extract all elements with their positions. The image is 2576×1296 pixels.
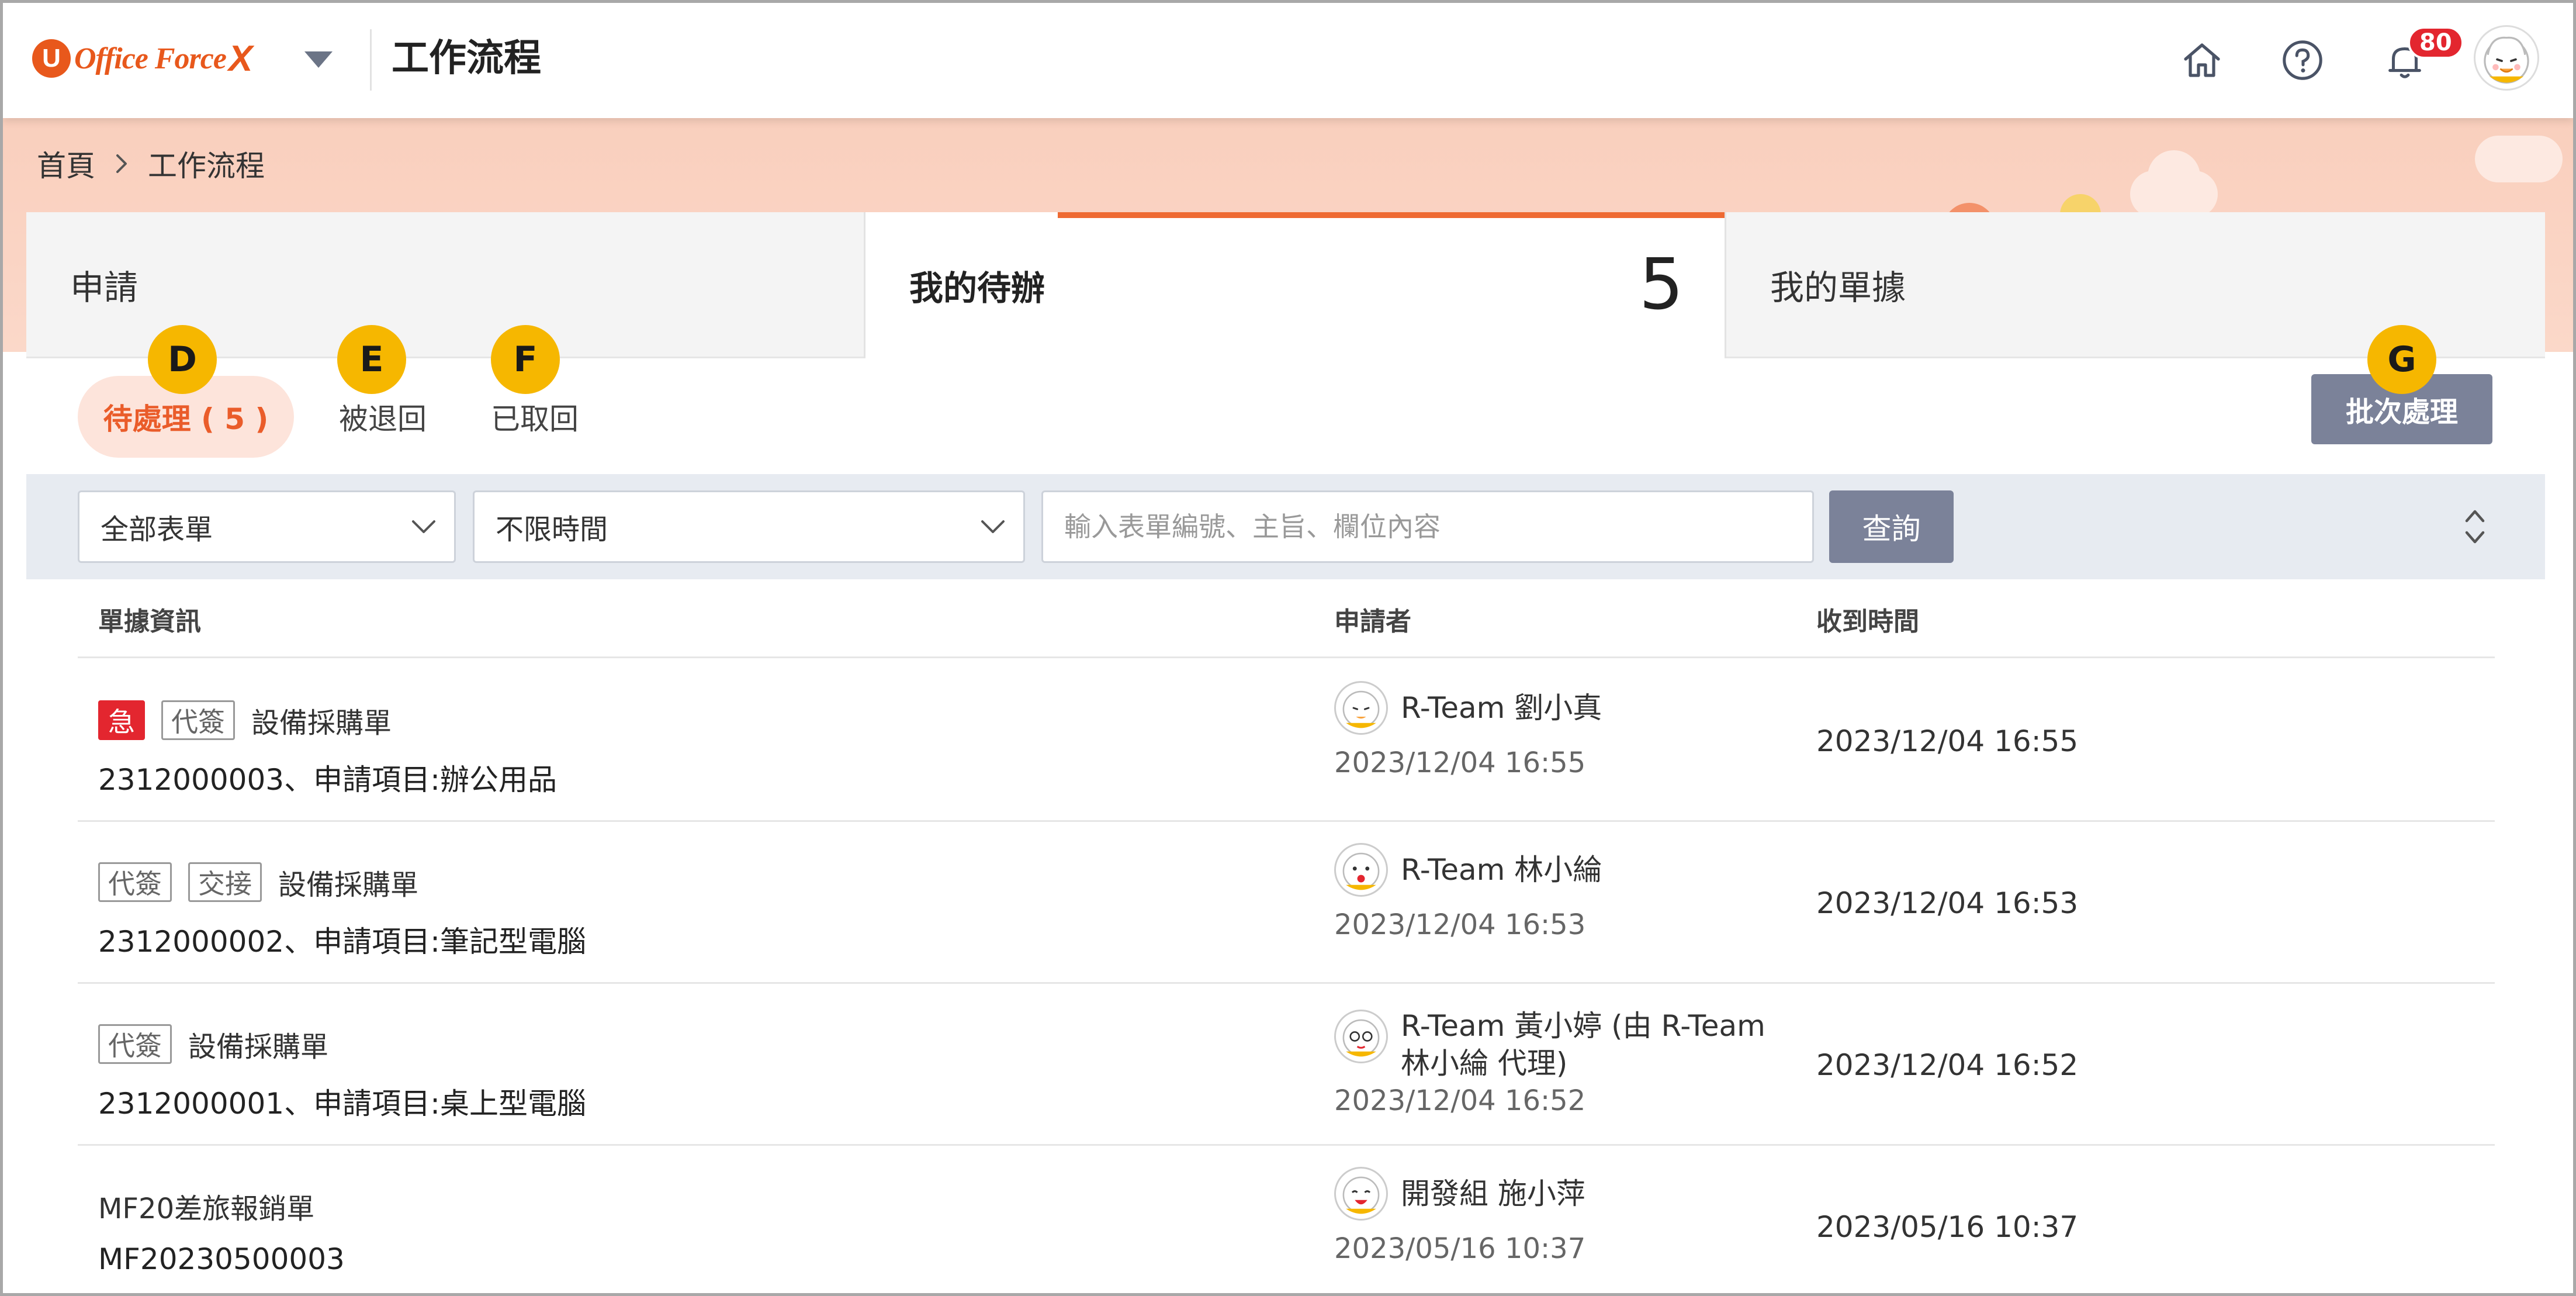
banner-cloud <box>2148 150 2200 203</box>
applied-time: 2023/12/04 16:53 <box>1334 908 1586 941</box>
row-title-line: 代簽 設備採購單 <box>98 1022 328 1066</box>
form-detail: 2312000002、申請項目:筆記型電腦 <box>98 925 586 959</box>
proxy-sign-tag: 代簽 <box>161 700 235 740</box>
header-divider <box>370 29 372 91</box>
page-title: 工作流程 <box>392 37 541 80</box>
query-button[interactable]: 查詢 <box>1829 490 1954 563</box>
avatar-face-icon <box>1342 690 1380 728</box>
form-name: MF20差旅報銷單 <box>98 1192 315 1225</box>
row-title-line: MF20差旅報銷單 <box>98 1184 314 1228</box>
proxy-sign-tag: 代簽 <box>98 1024 172 1064</box>
breadcrumb-current: 工作流程 <box>148 149 265 183</box>
search-input[interactable] <box>1041 490 1814 563</box>
time-range-select-value: 不限時間 <box>496 513 608 546</box>
officeforcex-logo[interactable]: U Office Force X <box>32 35 252 82</box>
subtab-pending-label: 待處理 ( 5 ) <box>103 402 269 436</box>
table-row[interactable]: MF20差旅報銷單 MF20230500003 開發組 施小萍 2023/05/… <box>78 1146 2495 1293</box>
tab-apply-label: 申請 <box>70 267 139 307</box>
form-type-select-value: 全部表單 <box>101 513 213 546</box>
form-detail: 2312000001、申請項目:桌上型電腦 <box>98 1087 586 1121</box>
expand-collapse-icon <box>2465 510 2485 544</box>
applicant-avatar <box>1334 1167 1388 1221</box>
applicant-cell: R-Team 林小綸 2023/12/04 16:53 <box>1334 843 1802 941</box>
form-name: 設備採購單 <box>278 868 419 901</box>
tab-my-todo-label: 我的待辦 <box>909 268 1045 308</box>
banner-cloud <box>2475 136 2563 182</box>
form-detail: MF20230500003 <box>98 1242 345 1276</box>
logo-mark: U <box>32 39 71 78</box>
table-row[interactable]: 代簽 設備採購單 2312000001、申請項目:桌上型電腦 R-Team 黃小… <box>78 984 2495 1146</box>
applicant-cell: 開發組 施小萍 2023/05/16 10:37 <box>1334 1167 1802 1265</box>
received-time: 2023/05/16 10:37 <box>1816 1209 2079 1244</box>
applicant-name: 開發組 施小萍 <box>1401 1177 1585 1211</box>
table-row[interactable]: 急 代簽 設備採購單 2312000003、申請項目:辦公用品 R-Team 劉… <box>78 660 2495 822</box>
received-time: 2023/12/04 16:53 <box>1816 886 2079 920</box>
table-row[interactable]: 代簽 交接 設備採購單 2312000002、申請項目:筆記型電腦 R-Team… <box>78 822 2495 984</box>
form-detail: 2312000003、申請項目:辦公用品 <box>98 763 557 797</box>
applied-time: 2023/12/04 16:55 <box>1334 747 1586 779</box>
chevron-down-icon <box>412 520 435 533</box>
logo-x: X <box>228 38 253 79</box>
marker-d: D <box>148 325 217 394</box>
handover-tag: 交接 <box>188 862 262 902</box>
applicant-name: R-Team 林小綸 <box>1401 853 1602 887</box>
subtab-withdrawn-label: 已取回 <box>491 402 579 436</box>
marker-f: F <box>491 325 560 394</box>
tab-apply[interactable]: 申請 <box>26 212 864 358</box>
notification-count-badge: 80 <box>2408 26 2464 59</box>
chevron-down-icon <box>981 520 1005 533</box>
caret-down-icon <box>304 51 333 68</box>
row-title-line: 代簽 交接 設備採購單 <box>98 860 418 904</box>
app-switch-dropdown[interactable] <box>298 45 339 74</box>
chevron-right-icon <box>113 152 130 175</box>
form-name: 設備採購單 <box>251 706 392 739</box>
expand-filters-button[interactable] <box>2446 497 2504 556</box>
applicant-avatar <box>1334 681 1388 735</box>
avatar-face-icon <box>1342 852 1380 890</box>
user-avatar[interactable] <box>2474 25 2539 91</box>
avatar-face-icon <box>1342 1176 1380 1214</box>
logo-text: Office Force <box>74 42 227 75</box>
urgent-tag: 急 <box>98 700 145 740</box>
column-header-applicant: 申請者 <box>1334 606 1411 637</box>
row-title-line: 急 代簽 設備採購單 <box>98 698 392 742</box>
home-icon <box>2183 43 2220 77</box>
help-button[interactable] <box>2274 32 2330 88</box>
app-window: U Office Force X 工作流程 80 首頁 工作流程 申請 我的待辦… <box>0 0 2576 1296</box>
top-bar: U Office Force X 工作流程 80 <box>3 3 2573 118</box>
subtab-returned-label: 被退回 <box>339 402 427 436</box>
table-header: 單據資訊 申請者 收到時間 <box>78 579 2495 658</box>
breadcrumb: 首頁 工作流程 <box>37 140 265 187</box>
time-range-select[interactable]: 不限時間 <box>473 490 1025 563</box>
applicant-avatar <box>1334 843 1388 897</box>
main-card: 申請 我的待辦 5 我的單據 待處理 ( 5 ) 被退回 已取回 D E F G… <box>26 212 2545 1293</box>
received-time: 2023/12/04 16:52 <box>1816 1048 2079 1082</box>
applicant-name: R-Team 劉小真 <box>1401 691 1602 725</box>
column-header-received: 收到時間 <box>1816 606 1919 637</box>
avatar-face-icon <box>1342 1019 1380 1057</box>
tab-my-forms-label: 我的單據 <box>1770 267 1906 307</box>
marker-e: E <box>337 325 406 394</box>
received-time: 2023/12/04 16:55 <box>1816 724 2079 758</box>
breadcrumb-home[interactable]: 首頁 <box>37 143 95 185</box>
home-button[interactable] <box>2174 32 2229 88</box>
applicant-name: R-Team 黃小婷 (由 R-Team 林小綸 代理) <box>1401 1009 1765 1080</box>
filter-bar: 全部表單 不限時間 查詢 <box>26 474 2545 579</box>
tab-my-todo[interactable]: 我的待辦 5 <box>865 212 1725 358</box>
marker-g: G <box>2367 325 2436 394</box>
applicant-avatar <box>1334 1010 1388 1063</box>
proxy-sign-tag: 代簽 <box>98 862 172 902</box>
column-header-info: 單據資訊 <box>98 606 201 637</box>
form-name: 設備採購單 <box>188 1030 329 1063</box>
avatar-face-icon <box>2484 36 2529 84</box>
applied-time: 2023/05/16 10:37 <box>1334 1232 1586 1265</box>
form-type-select[interactable]: 全部表單 <box>78 490 456 563</box>
help-icon <box>2282 40 2322 80</box>
applied-time: 2023/12/04 16:52 <box>1334 1084 1586 1117</box>
applicant-cell: R-Team 黃小婷 (由 R-Team 林小綸 代理) 2023/12/04 … <box>1334 1007 1790 1117</box>
todo-count: 5 <box>1639 244 1684 326</box>
applicant-cell: R-Team 劉小真 2023/12/04 16:55 <box>1334 681 1802 779</box>
